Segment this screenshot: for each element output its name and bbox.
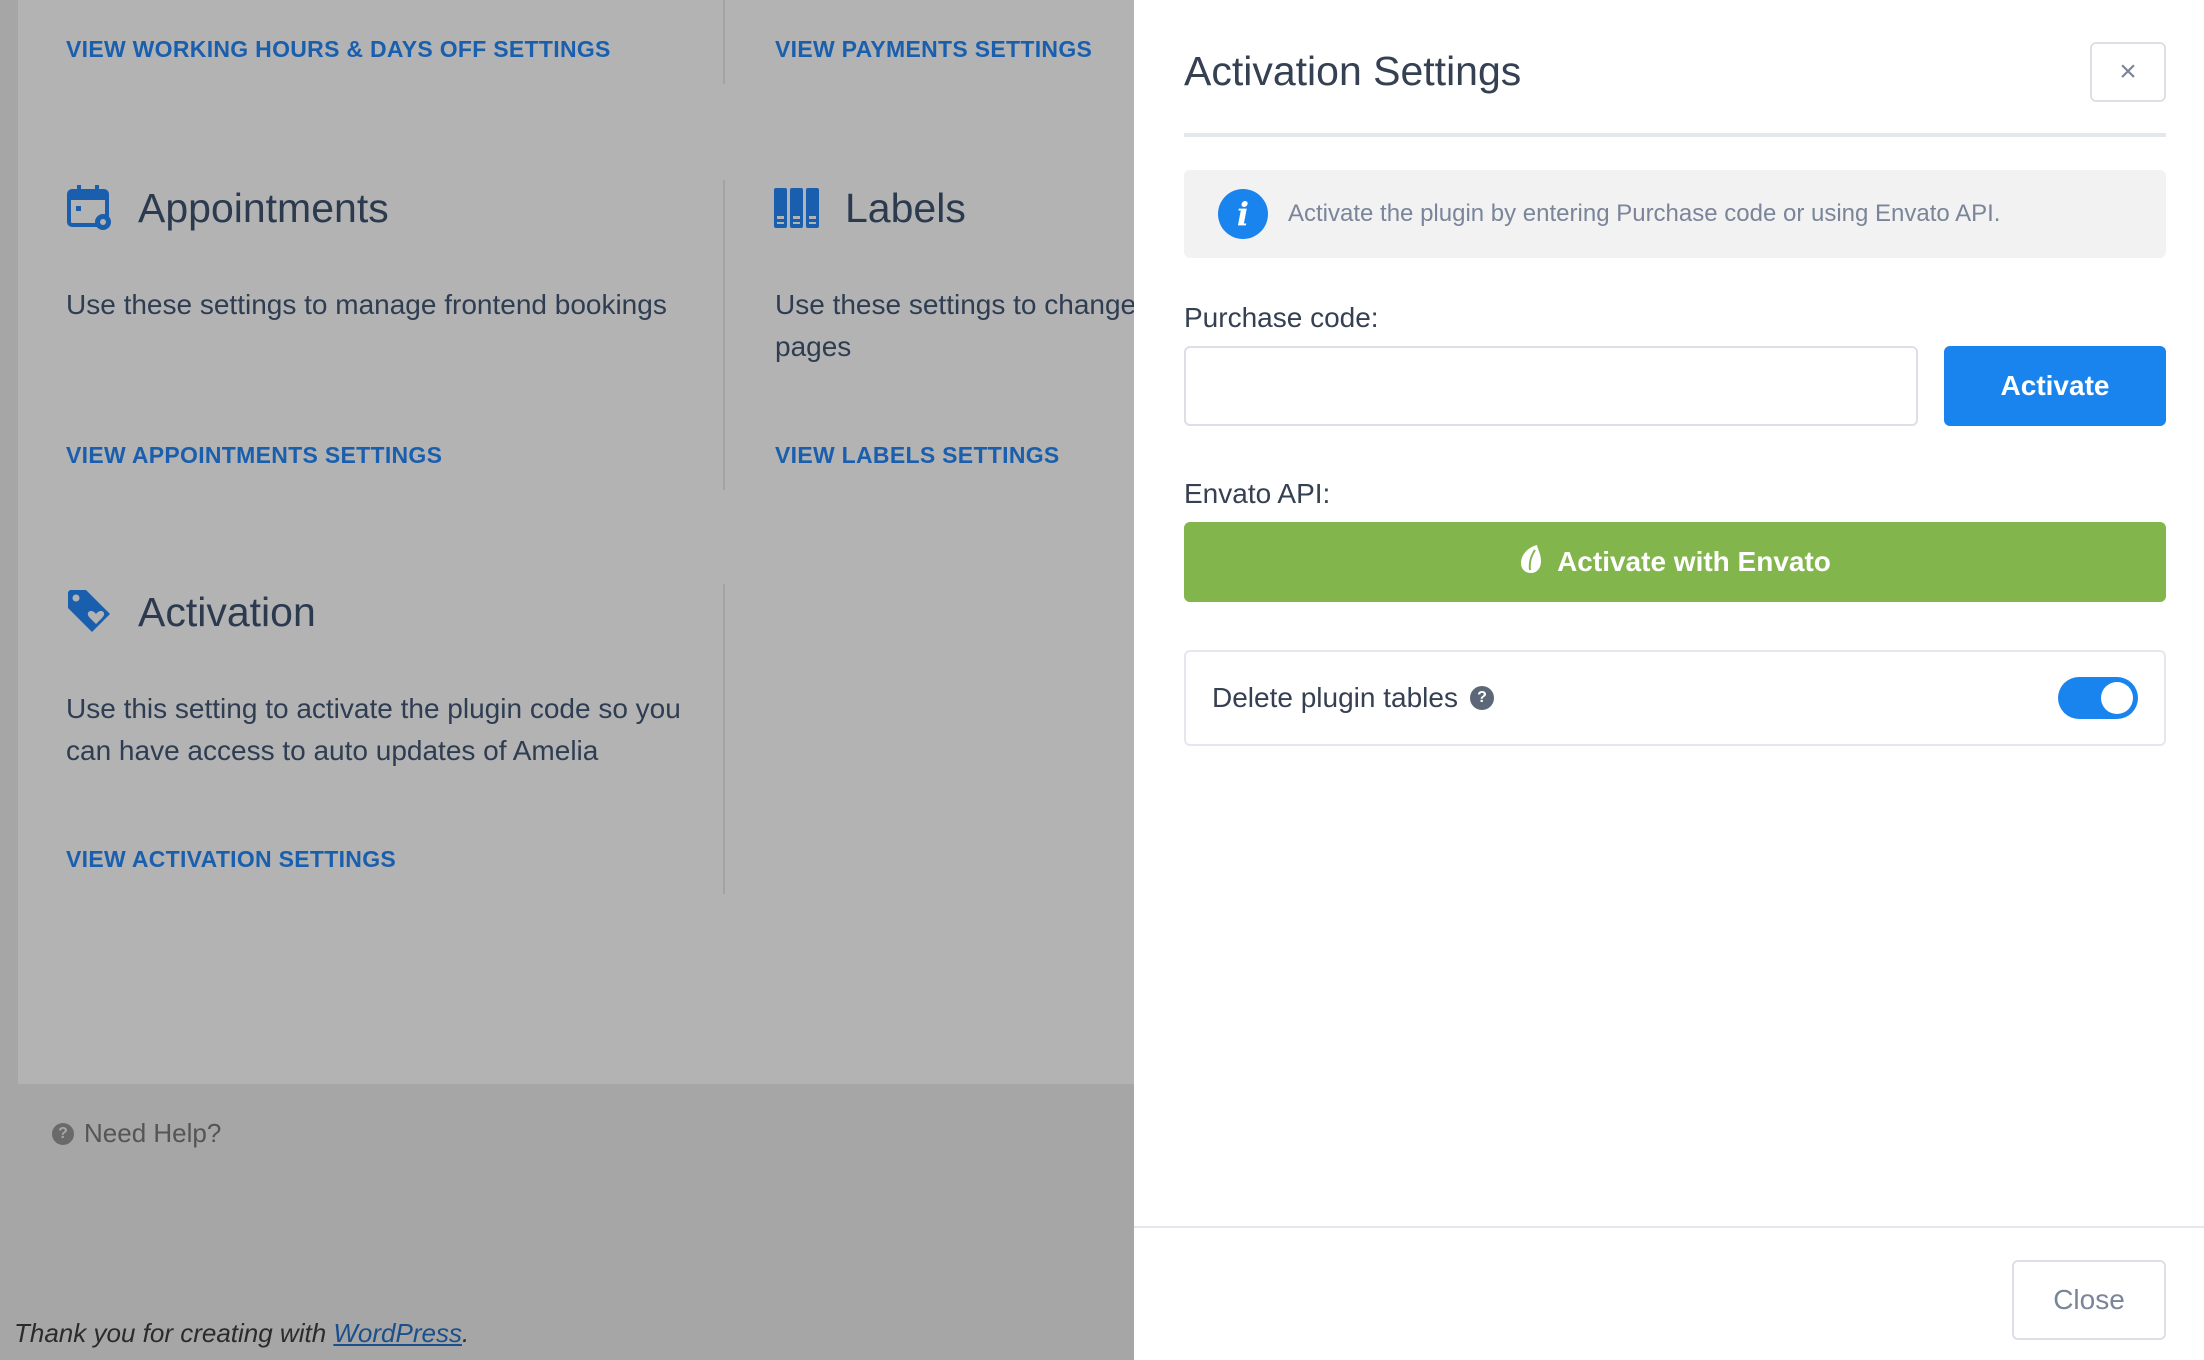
footer-thanks-text: Thank you for creating with <box>14 1318 334 1348</box>
question-circle-icon: ? <box>52 1122 74 1145</box>
tag-heart-icon <box>66 588 114 636</box>
panel-title: Activation Settings <box>1184 48 1522 94</box>
envato-leaf-icon <box>1519 544 1543 581</box>
labels-description-line2: pages <box>775 331 852 362</box>
appointments-description: Use these settings to manage frontend bo… <box>66 289 667 320</box>
purchase-code-label: Purchase code: <box>1184 302 1379 333</box>
envato-api-label: Envato API: <box>1184 478 1331 509</box>
activation-header: Activation <box>66 588 316 636</box>
labels-header: Labels <box>773 184 966 232</box>
need-help-link[interactable]: ? Need Help? <box>52 1118 221 1149</box>
close-icon-button[interactable]: × <box>2090 42 2166 102</box>
envato-button-label: Activate with Envato <box>1557 546 1831 577</box>
close-button[interactable]: Close <box>2012 1260 2166 1340</box>
panel-header-divider <box>1184 133 2166 137</box>
info-alert: i Activate the plugin by entering Purcha… <box>1184 170 2166 258</box>
delete-plugin-tables-toggle[interactable] <box>2058 677 2138 719</box>
column-divider <box>723 180 725 490</box>
info-icon: i <box>1218 189 1268 239</box>
column-divider <box>723 0 725 84</box>
appointments-header: Appointments <box>66 184 389 232</box>
labels-description-line1: Use these settings to change <box>775 289 1135 320</box>
view-payments-settings-link[interactable]: VIEW PAYMENTS SETTINGS <box>775 36 1092 63</box>
appointments-title: Appointments <box>138 184 389 231</box>
toggle-knob <box>2101 682 2133 714</box>
books-icon <box>773 184 821 232</box>
activation-settings-panel: Activation Settings × i Activate the plu… <box>1134 0 2204 1360</box>
view-activation-settings-link[interactable]: VIEW ACTIVATION SETTINGS <box>66 846 396 873</box>
view-appointments-settings-link[interactable]: VIEW APPOINTMENTS SETTINGS <box>66 442 442 469</box>
panel-footer-divider <box>1134 1226 2204 1228</box>
wordpress-link[interactable]: WordPress <box>333 1318 462 1348</box>
activation-title: Activation <box>138 588 316 635</box>
need-help-label: Need Help? <box>84 1118 222 1148</box>
column-divider <box>723 584 725 894</box>
footer-thanks: Thank you for creating with WordPress. <box>14 1318 469 1349</box>
activate-button[interactable]: Activate <box>1944 346 2166 426</box>
view-working-hours-settings-link[interactable]: VIEW WORKING HOURS & DAYS OFF SETTINGS <box>66 36 611 63</box>
delete-plugin-tables-label: Delete plugin tables <box>1212 682 1458 713</box>
purchase-code-input[interactable] <box>1184 346 1918 426</box>
close-icon: × <box>2119 55 2137 88</box>
settings-card <box>18 0 1198 1084</box>
activate-with-envato-button[interactable]: Activate with Envato <box>1184 522 2166 602</box>
view-labels-settings-link[interactable]: VIEW LABELS SETTINGS <box>775 442 1060 469</box>
labels-title: Labels <box>845 184 966 231</box>
footer-period: . <box>461 1318 470 1348</box>
activation-description: Use this setting to activate the plugin … <box>66 693 681 766</box>
delete-plugin-tables-row: Delete plugin tables ? <box>1184 650 2166 746</box>
help-question-icon[interactable]: ? <box>1469 686 1494 710</box>
info-text: Activate the plugin by entering Purchase… <box>1288 200 2001 227</box>
calendar-gear-icon <box>66 184 114 232</box>
